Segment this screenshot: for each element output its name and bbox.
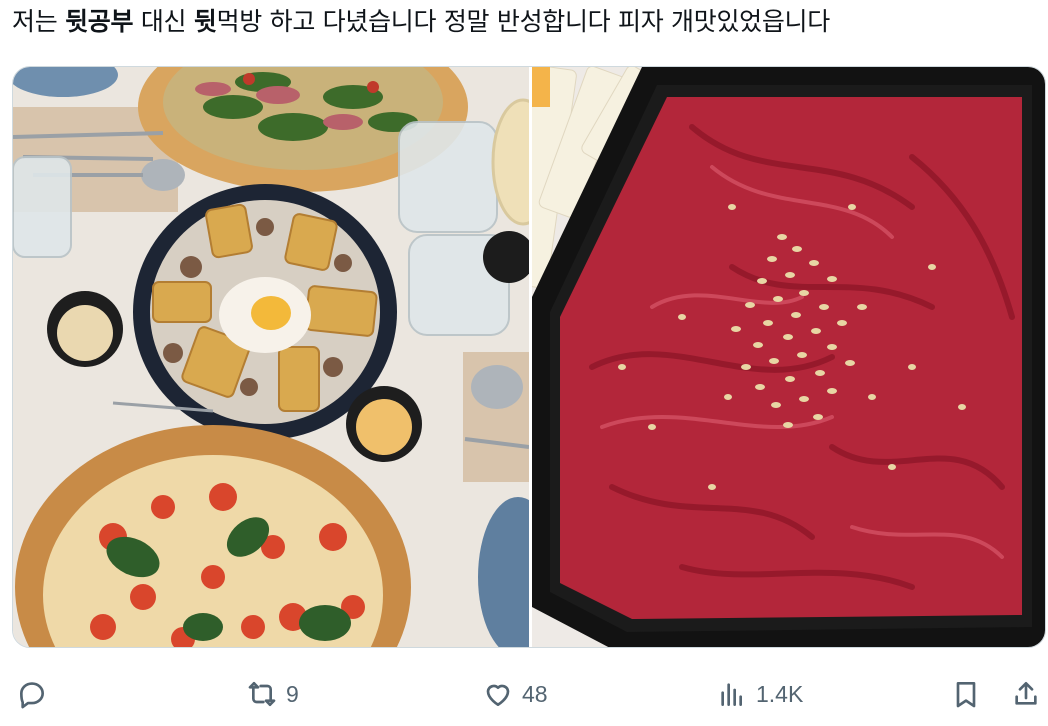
bookmark-button[interactable] [950,676,982,712]
tweet-text-bold: 뒷 [193,7,217,36]
tweet-text-part: 대신 [133,7,194,36]
share-button[interactable] [1010,676,1042,712]
reply-icon [20,682,44,709]
share-icon [1015,682,1037,705]
food-table-illustration [13,67,529,647]
tweet-actions: 9 48 1.4K [0,664,1048,724]
views-count: 1.4K [756,680,804,707]
food-table-photo[interactable] [13,67,529,647]
retweet-count: 9 [286,680,299,707]
tweet-text-part: 저는 [12,7,66,36]
views-icon [721,683,742,706]
yukhoe-illustration [532,67,1045,647]
tweet-text-bold: 뒷공부 [65,7,134,36]
reply-button[interactable] [16,676,56,712]
like-count: 48 [522,680,548,707]
views-button[interactable]: 1.4K [716,676,803,712]
tweet-text: 저는 뒷공부 대신 뒷먹방 하고 다녔습니다 정말 반성합니다 피자 개맛있었읍… [12,4,1042,40]
bookmark-icon [956,682,976,708]
retweet-icon [248,682,276,706]
yukhoe-box-photo[interactable] [532,67,1045,647]
tweet-text-part: 먹방 하고 다녔습니다 정말 반성합니다 피자 개맛있었읍니다 [216,7,831,36]
heart-icon [486,684,510,706]
like-button[interactable]: 48 [482,676,548,712]
retweet-button[interactable]: 9 [246,676,299,712]
tweet-media[interactable] [12,66,1046,648]
